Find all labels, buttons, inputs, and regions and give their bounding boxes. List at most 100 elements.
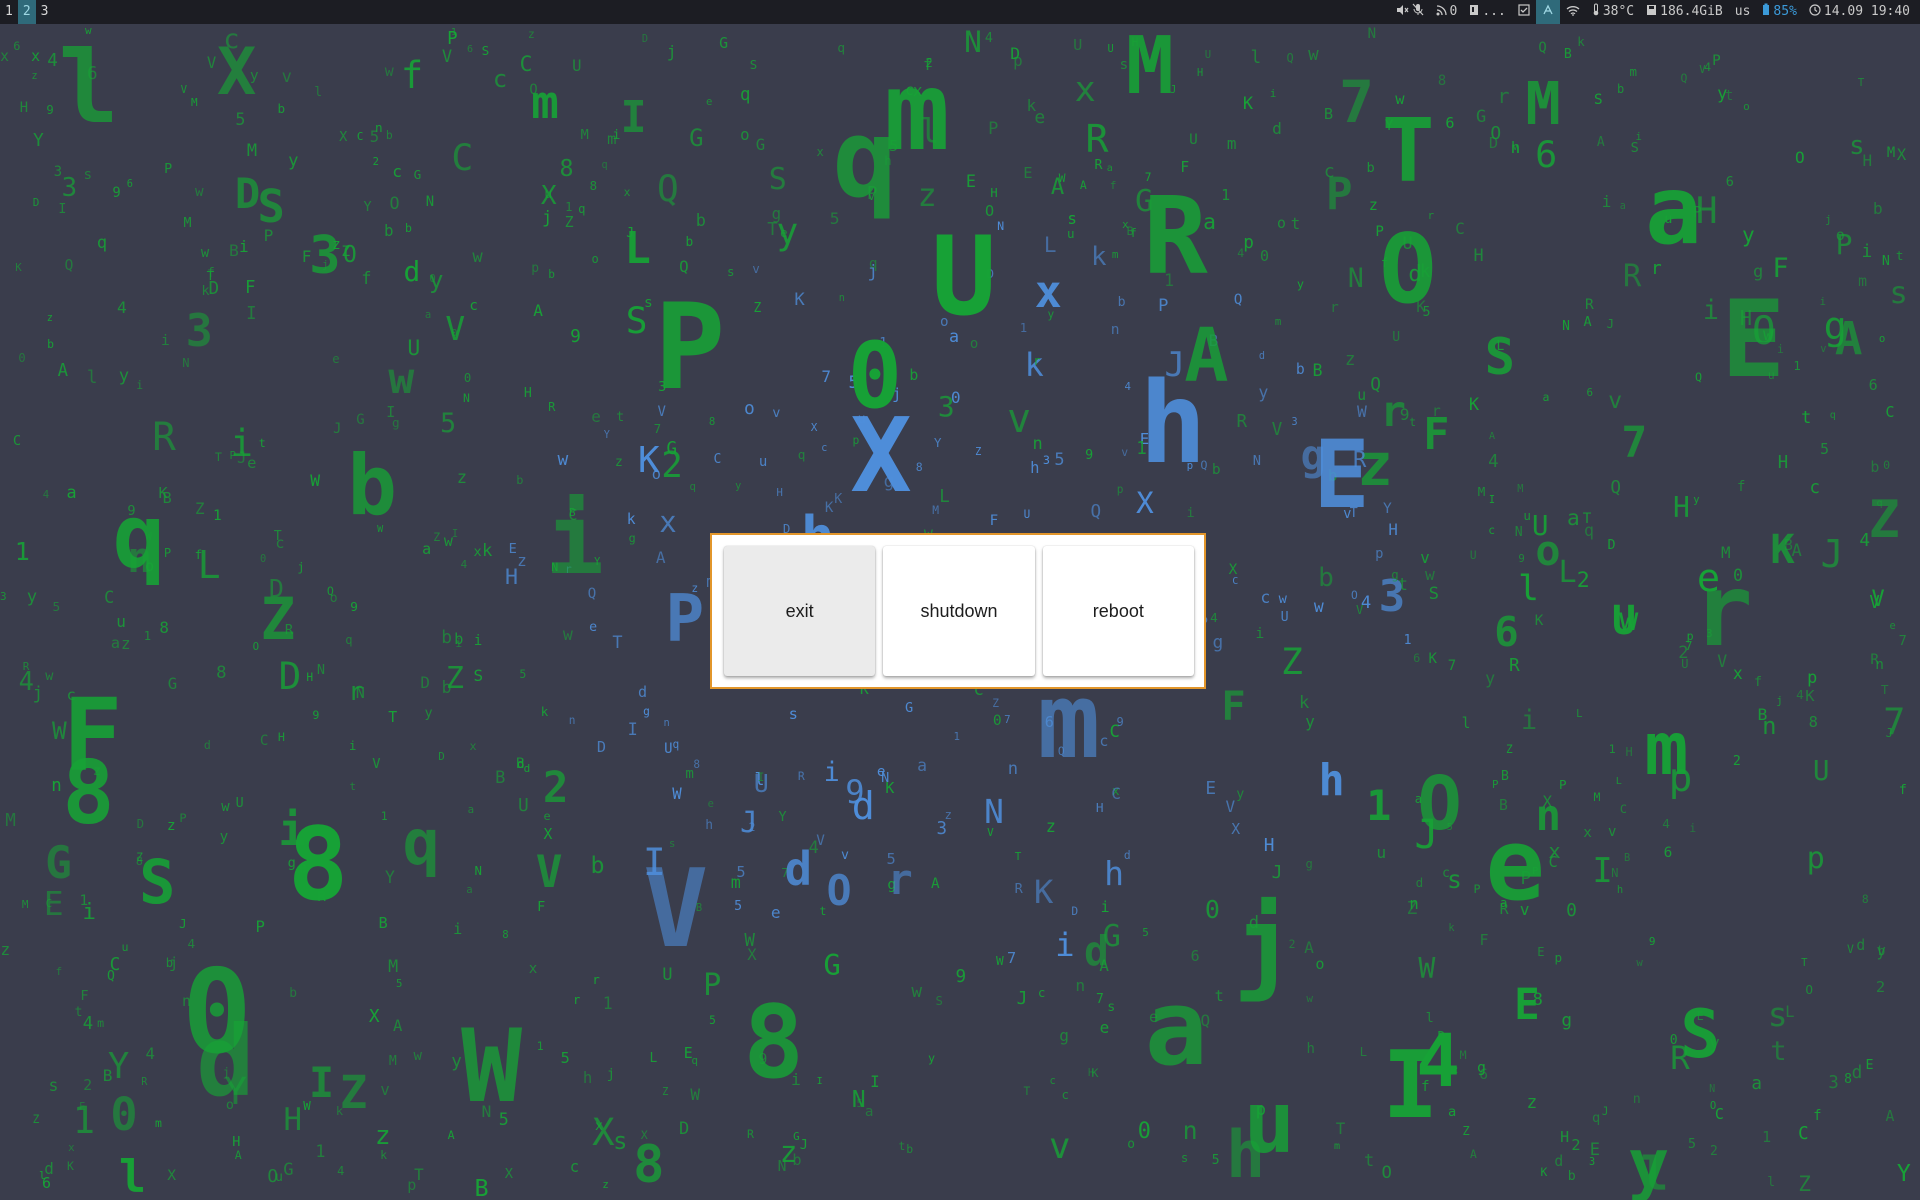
volume-module[interactable] — [1390, 0, 1430, 24]
matrix-glyph: w — [1424, 564, 1435, 584]
matrix-glyph: 1 — [602, 994, 613, 1014]
matrix-glyph: K — [1416, 298, 1426, 317]
matrix-glyph: 8 — [216, 662, 227, 683]
matrix-glyph: n — [1632, 1091, 1641, 1107]
matrix-glyph: o — [1315, 954, 1325, 973]
matrix-glyph: r — [1427, 208, 1435, 222]
clock-module[interactable]: 14.09 19:40 — [1803, 0, 1916, 24]
matrix-glyph: T — [1880, 682, 1889, 698]
matrix-glyph: K — [1242, 93, 1254, 114]
matrix-glyph: Z — [32, 1112, 40, 1126]
matrix-glyph: A — [1304, 938, 1314, 958]
matrix-glyph: A — [234, 1148, 242, 1163]
matrix-glyph: W — [1357, 401, 1367, 421]
rss-module[interactable]: 0 — [1430, 0, 1464, 24]
keyboard-layout-module[interactable]: us — [1729, 0, 1757, 24]
matrix-glyph: 4 — [460, 558, 468, 572]
matrix-glyph: w — [384, 62, 394, 81]
matrix-glyph: J — [1606, 316, 1615, 332]
matrix-glyph: z — [602, 1177, 609, 1191]
matrix-glyph: f — [361, 269, 372, 290]
matrix-glyph: H — [1695, 189, 1718, 233]
shutdown-button[interactable]: shutdown — [883, 546, 1035, 676]
matrix-glyph: d — [1123, 848, 1131, 862]
matrix-glyph: J — [179, 915, 187, 931]
matrix-glyph: d — [1258, 350, 1266, 362]
matrix-glyph: 5 — [709, 1013, 716, 1027]
matrix-glyph: e — [705, 96, 713, 108]
matrix-glyph: J — [1164, 345, 1186, 386]
matrix-glyph: x — [68, 1141, 75, 1155]
matrix-glyph: 0 — [992, 711, 1002, 729]
matrix-glyph: I — [642, 840, 666, 885]
matrix-glyph: M — [1125, 24, 1174, 112]
vpn-module[interactable] — [1535, 0, 1560, 24]
notes-module[interactable]: ... — [1463, 0, 1511, 24]
reboot-button[interactable]: reboot — [1042, 546, 1194, 676]
matrix-glyph: E — [1696, 1009, 1704, 1024]
matrix-glyph: P — [665, 582, 705, 658]
matrix-glyph: Z — [753, 300, 762, 316]
matrix-glyph: b — [1366, 160, 1375, 177]
matrix-glyph: y — [928, 1051, 936, 1066]
exit-button[interactable]: exit — [724, 546, 876, 676]
matrix-glyph: 0 — [110, 1087, 138, 1141]
matrix-glyph: 6 — [42, 1174, 52, 1193]
matrix-glyph: g — [1753, 261, 1764, 282]
workspace-2[interactable]: 2 — [17, 0, 36, 24]
matrix-glyph: S — [749, 58, 758, 73]
matrix-glyph: f — [1380, 255, 1389, 270]
matrix-glyph: M — [1459, 1048, 1467, 1063]
tasks-module[interactable] — [1512, 0, 1536, 24]
matrix-glyph: i — [1689, 821, 1697, 835]
matrix-glyph: j — [32, 683, 44, 704]
matrix-glyph: b — [1295, 360, 1305, 378]
matrix-glyph: a — [1203, 210, 1216, 236]
matrix-glyph: V — [1869, 592, 1880, 613]
matrix-glyph: T — [214, 450, 222, 465]
matrix-glyph: P — [1559, 777, 1567, 793]
matrix-glyph: X — [216, 33, 257, 110]
matrix-glyph: H — [1673, 491, 1690, 525]
matrix-glyph: m — [1274, 314, 1282, 328]
matrix-glyph: U — [1531, 508, 1549, 542]
matrix-glyph: 0 — [1733, 566, 1744, 586]
matrix-glyph: 7 — [653, 422, 662, 437]
matrix-glyph: t — [1801, 407, 1812, 428]
workspace-1[interactable]: 1 — [0, 0, 18, 24]
matrix-glyph: Y — [1896, 1161, 1911, 1188]
matrix-glyph: T — [1801, 957, 1808, 970]
matrix-glyph: l — [1461, 715, 1471, 733]
matrix-glyph: g — [1305, 857, 1313, 872]
matrix-glyph: Z — [339, 1065, 368, 1119]
matrix-glyph: w — [194, 183, 204, 200]
matrix-glyph: I — [309, 1057, 335, 1107]
matrix-glyph: o — [1743, 99, 1750, 113]
matrix-glyph: Y — [778, 810, 787, 826]
matrix-glyph: t — [1724, 88, 1734, 105]
matrix-glyph: V — [535, 846, 563, 898]
matrix-glyph: 9 — [1518, 551, 1525, 565]
workspace-3[interactable]: 3 — [36, 0, 54, 24]
matrix-glyph: B — [474, 1173, 489, 1200]
battery-text: 85% — [1773, 4, 1797, 19]
matrix-glyph: M — [1477, 484, 1486, 500]
wifi-module[interactable] — [1560, 0, 1586, 24]
matrix-glyph: I — [1488, 493, 1495, 506]
matrix-glyph: 3 — [1291, 416, 1298, 428]
matrix-glyph: A — [1596, 135, 1605, 151]
matrix-glyph: p — [852, 433, 860, 448]
matrix-glyph: 8 — [915, 459, 923, 474]
matrix-glyph: v — [1007, 395, 1031, 442]
matrix-glyph: J — [1601, 1105, 1609, 1119]
matrix-glyph: A — [931, 875, 940, 892]
matrix-glyph: y — [26, 586, 38, 607]
matrix-glyph: D — [268, 574, 284, 604]
matrix-glyph: 5 — [1820, 440, 1829, 458]
matrix-glyph: 6 — [1494, 608, 1519, 657]
matrix-glyph: C — [104, 587, 115, 608]
matrix-glyph: 3 — [1706, 628, 1713, 641]
matrix-glyph: n — [1075, 975, 1086, 995]
matrix-glyph: r — [592, 972, 600, 988]
matrix-glyph: g — [643, 705, 650, 718]
